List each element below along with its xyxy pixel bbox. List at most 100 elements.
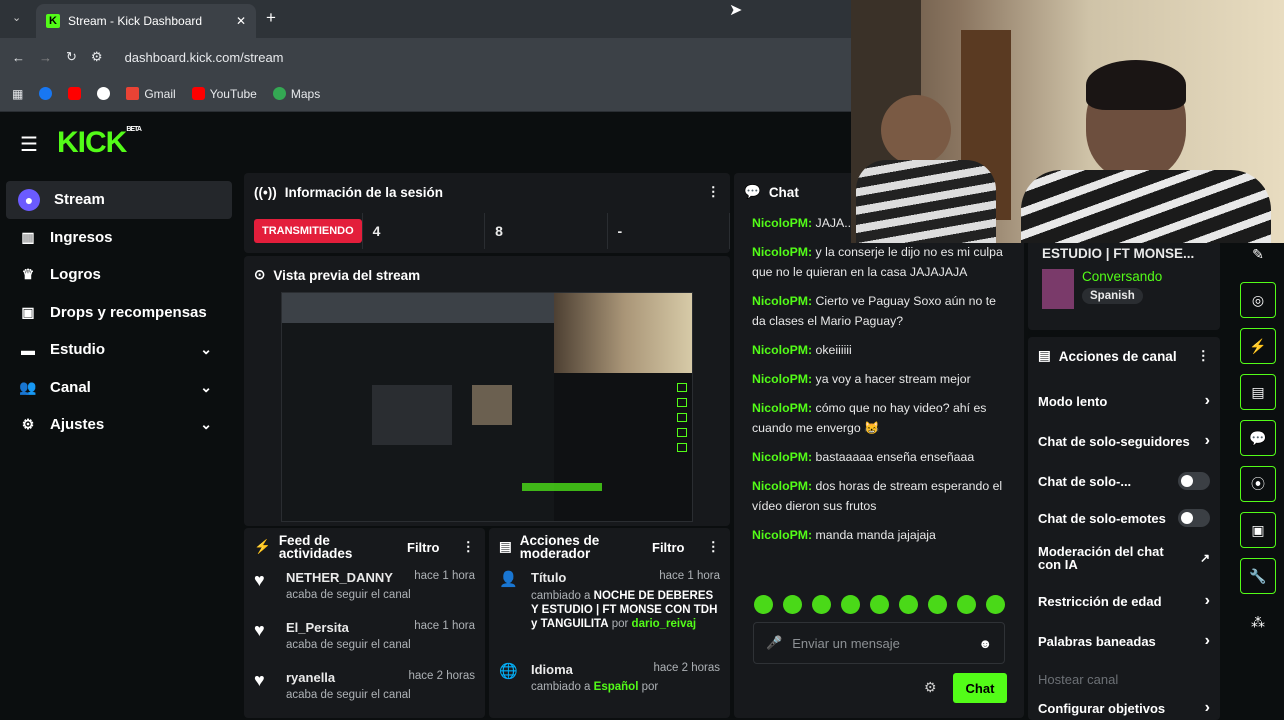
forward-icon[interactable]: →: [39, 50, 52, 65]
more-options-icon[interactable]: ⋮: [707, 539, 721, 555]
site-settings-icon[interactable]: ⚙: [91, 49, 103, 65]
emote-icon[interactable]: [957, 595, 976, 614]
emote-icon[interactable]: [928, 595, 947, 614]
menu-icon[interactable]: ☰: [20, 132, 38, 157]
bookmark-label: Gmail: [144, 86, 176, 101]
feed-description: acaba de seguir el canal: [286, 639, 411, 651]
chat-username[interactable]: NicoloPM:: [752, 401, 812, 415]
new-tab-icon[interactable]: +: [266, 8, 276, 28]
quick-actions-toolbar: ✎ ◎ ⚡ ▤ 💬 ⦿ ▣ 🔧 ⁂: [1232, 228, 1284, 720]
panel-header: ⚡ Feed de actividades Filtro ⋮: [244, 528, 485, 566]
chat-username[interactable]: NicoloPM:: [752, 216, 812, 230]
emote-bar: [754, 595, 1005, 614]
category-thumbnail[interactable]: [1042, 269, 1074, 309]
session-info-panel: ((•)) Información de la sesión ⋮ TRANSMI…: [244, 173, 730, 253]
filter-button[interactable]: Filtro: [652, 540, 685, 555]
channel-action-banned-words[interactable]: Palabras baneadas ›: [1028, 621, 1220, 661]
stream-category[interactable]: Conversando: [1082, 269, 1162, 284]
more-options-icon[interactable]: ⋮: [1197, 348, 1211, 364]
more-options-icon[interactable]: ⋮: [707, 184, 721, 200]
channel-action-slow-mode[interactable]: Modo lento ›: [1028, 381, 1220, 421]
channel-action-host[interactable]: Hostear canal: [1028, 661, 1220, 697]
toggle-switch[interactable]: [1178, 472, 1210, 490]
emote-icon[interactable]: [783, 595, 802, 614]
facebook-icon[interactable]: [39, 87, 53, 100]
toggle-switch[interactable]: [1178, 509, 1210, 527]
bookmark-gmail[interactable]: Gmail: [126, 86, 176, 101]
notes-icon[interactable]: ▤: [1240, 374, 1276, 410]
broadcast-icon[interactable]: ⦿: [1240, 466, 1276, 502]
panel-title: Vista previa del stream: [273, 267, 421, 283]
emote-icon[interactable]: [754, 595, 773, 614]
channel-action-ai-moderation[interactable]: Moderación del chat con IA ↗: [1028, 535, 1220, 581]
emote-icon[interactable]: [812, 595, 831, 614]
mod-action-user[interactable]: dario_reivaj: [632, 618, 697, 630]
chat-username[interactable]: NicoloPM:: [752, 372, 812, 386]
mod-action-value: Español: [593, 681, 639, 693]
wrench-icon[interactable]: 🔧: [1240, 558, 1276, 594]
camera-icon[interactable]: ◎: [1240, 282, 1276, 318]
chat-icon[interactable]: 💬: [1240, 420, 1276, 456]
action-label: Moderación del chat con IA: [1038, 544, 1164, 572]
bolt-icon[interactable]: ⚡: [1240, 328, 1276, 364]
action-label: Modo lento: [1038, 393, 1108, 409]
youtube-icon[interactable]: [68, 87, 82, 100]
preview-icon: ⊙: [254, 267, 266, 282]
emote-icon[interactable]: [899, 595, 918, 614]
reload-icon[interactable]: ↻: [66, 49, 77, 65]
channel-action-age-restriction[interactable]: Restricción de edad ›: [1028, 581, 1220, 621]
feed-username[interactable]: NETHER_DANNY: [286, 570, 393, 585]
feed-username[interactable]: ryanella: [286, 670, 335, 685]
panel-header: ⊙ Vista previa del stream: [244, 256, 730, 294]
feed-username[interactable]: El_Persita: [286, 620, 349, 635]
beta-badge: BETA: [126, 126, 142, 133]
channel-action-goals[interactable]: Configurar objetivos ›: [1028, 697, 1220, 719]
emote-icon[interactable]: [986, 595, 1005, 614]
back-icon[interactable]: ←: [12, 50, 25, 65]
close-tab-icon[interactable]: ✕: [236, 14, 246, 28]
heart-icon: ♥: [254, 670, 265, 690]
bookmark-maps[interactable]: Maps: [272, 87, 320, 101]
channel-action-followers-only[interactable]: Chat de solo-seguidores ›: [1028, 421, 1220, 461]
google-icon[interactable]: [97, 87, 111, 100]
emoji-icon[interactable]: ☻: [978, 636, 992, 651]
chat-username[interactable]: NicoloPM:: [752, 294, 812, 308]
broadcast-icon: ((•)): [254, 184, 277, 200]
browser-tab[interactable]: K Stream - Kick Dashboard ✕: [36, 4, 256, 38]
sidebar-item-canal[interactable]: 👥 Canal ⌄: [0, 369, 232, 407]
stream-preview-video[interactable]: [281, 292, 693, 522]
send-chat-button[interactable]: Chat: [953, 673, 1007, 703]
sidebar-item-logros[interactable]: ♛ Logros: [0, 256, 232, 294]
filter-button[interactable]: Filtro: [407, 540, 440, 555]
chat-settings-icon[interactable]: ⚙: [924, 679, 937, 696]
chat-username[interactable]: NicoloPM:: [752, 528, 812, 542]
sidebar-item-ajustes[interactable]: ⚙ Ajustes ⌄: [0, 406, 232, 444]
chat-username[interactable]: NicoloPM:: [752, 343, 812, 357]
more-options-icon[interactable]: ⋮: [462, 539, 476, 555]
channel-action-subs-only[interactable]: Chat de solo-...: [1028, 461, 1220, 501]
chat-username[interactable]: NicoloPM:: [752, 245, 812, 259]
emote-icon[interactable]: [870, 595, 889, 614]
sidebar-item-drops[interactable]: ▣ Drops y recompensas: [0, 294, 232, 332]
kick-logo[interactable]: KICKBETA: [57, 126, 142, 160]
feed-description: acaba de seguir el canal: [286, 689, 411, 701]
chat-bubble-icon: 💬: [744, 184, 761, 199]
microphone-icon[interactable]: 🎤: [766, 635, 782, 651]
url-field[interactable]: dashboard.kick.com/stream: [125, 50, 284, 65]
sidebar-item-estudio[interactable]: ▬ Estudio ⌄: [0, 331, 232, 369]
chat-username[interactable]: NicoloPM:: [752, 479, 812, 493]
sidebar-item-ingresos[interactable]: ▥ Ingresos: [0, 219, 232, 257]
apps-grid-icon[interactable]: ▦: [12, 87, 23, 101]
sidebar-item-label: Canal: [50, 378, 91, 396]
chat-input[interactable]: 🎤 Enviar un mensaje ☻: [753, 622, 1005, 664]
share-icon[interactable]: ⁂: [1240, 604, 1276, 640]
channel-action-emotes-only[interactable]: Chat de solo-emotes: [1028, 501, 1220, 535]
action-label: Palabras baneadas: [1038, 633, 1156, 649]
sidebar-item-stream[interactable]: ● Stream: [6, 181, 232, 219]
gmail-icon: [126, 87, 140, 100]
bookmark-youtube[interactable]: YouTube: [191, 87, 257, 101]
emote-icon[interactable]: [841, 595, 860, 614]
chat-username[interactable]: NicoloPM:: [752, 450, 812, 464]
tab-search-icon[interactable]: ⌄: [12, 11, 21, 24]
layout-icon[interactable]: ▣: [1240, 512, 1276, 548]
